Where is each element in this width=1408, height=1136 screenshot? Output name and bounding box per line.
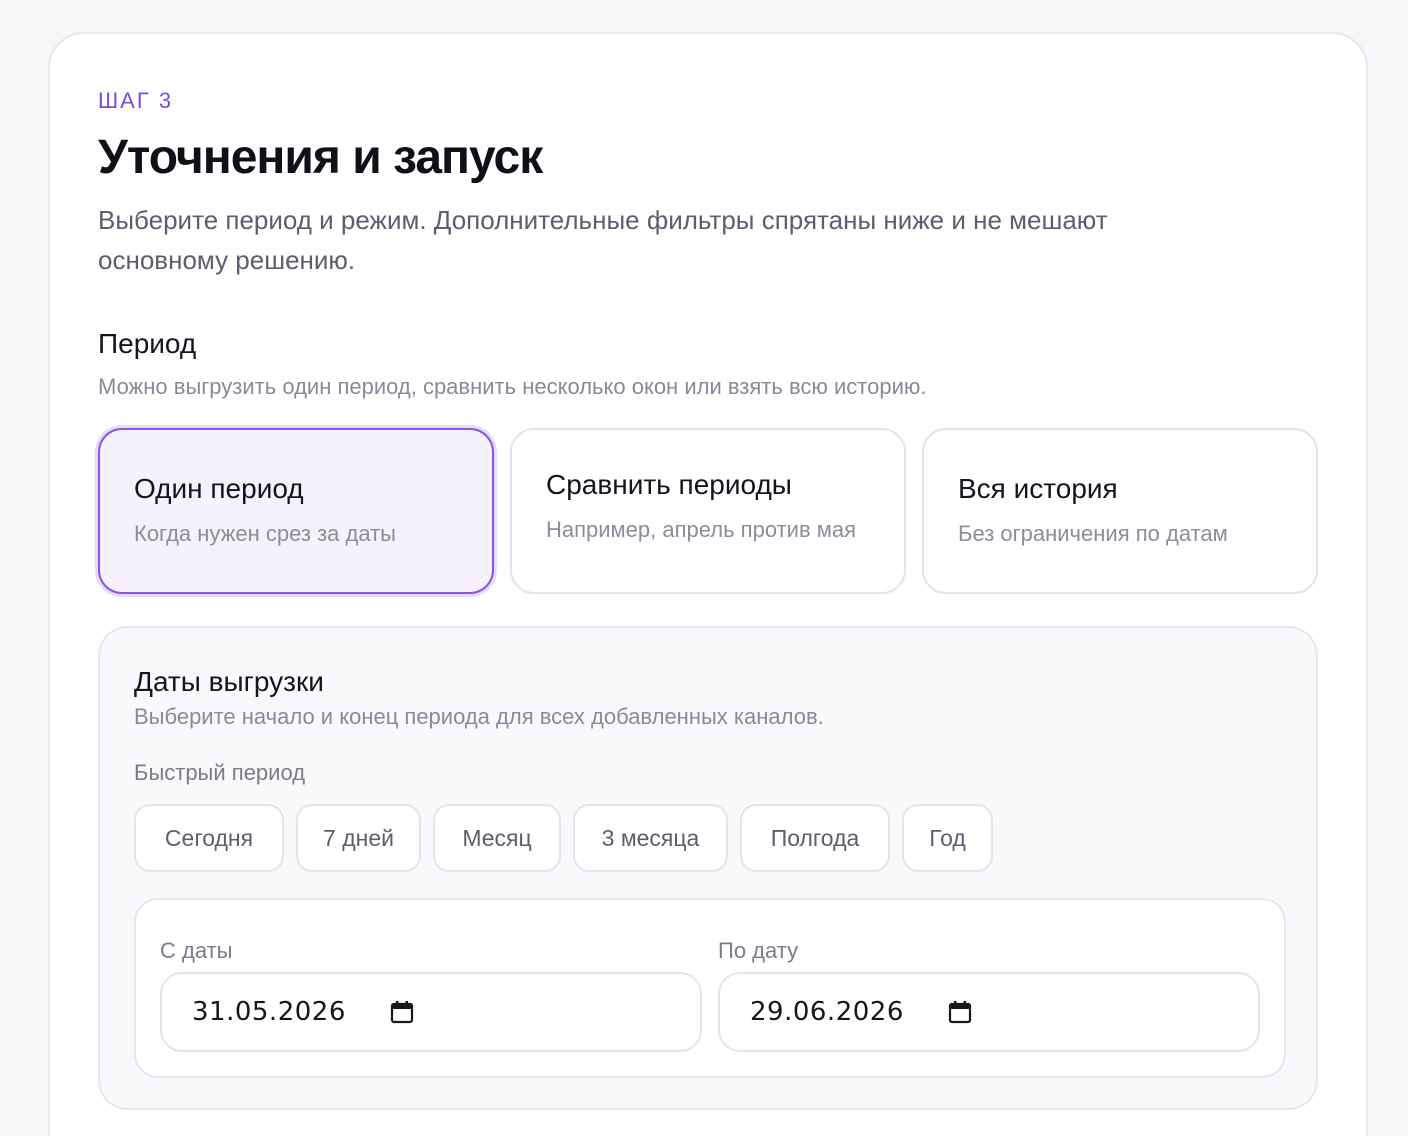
period-option-all-history[interactable]: Вся история Без ограничения по датам [922,428,1318,594]
page-subtitle: Выберите период и режим. Дополнительные … [98,205,1108,275]
option-title: Один период [134,472,304,504]
quick-period-label: Быстрый период [134,760,306,785]
step-card: ШАГ 3 Уточнения и запуск Выберите период… [48,32,1368,1136]
period-option-single[interactable]: Один период Когда нужен срез за даты [98,428,494,594]
period-option-compare[interactable]: Сравнить периоды Например, апрель против… [510,428,906,594]
option-title: Вся история [958,472,1118,504]
quick-chip-3-months[interactable]: 3 месяца [573,804,728,872]
to-date-label: По дату [718,938,799,963]
quick-chip-7-days[interactable]: 7 дней [296,804,421,872]
step-label: ШАГ 3 [98,88,174,113]
to-date-input[interactable]: 29.06.2026 [718,972,1260,1052]
dates-title: Даты выгрузки [134,666,324,697]
quick-chip-today[interactable]: Сегодня [134,804,284,872]
period-options: Один период Когда нужен срез за даты Сра… [98,428,1318,594]
from-date-label: С даты [160,938,233,963]
from-date-input[interactable]: 31.05.2026 [160,972,702,1052]
to-date-value: 29.06.2026 [750,997,904,1027]
dates-subtitle: Выберите начало и конец периода для всех… [134,704,824,729]
calendar-icon[interactable] [948,1000,972,1024]
dates-panel: Даты выгрузки Выберите начало и конец пе… [98,626,1318,1110]
option-description: Например, апрель против мая [546,516,857,542]
period-section-subtitle: Можно выгрузить один период, сравнить не… [98,374,927,399]
option-description: Без ограничения по датам [958,520,1228,546]
from-date-value: 31.05.2026 [192,997,346,1027]
quick-chip-year[interactable]: Год [902,804,993,872]
option-description: Когда нужен срез за даты [134,520,396,546]
period-section-title: Период [98,328,197,359]
option-title: Сравнить периоды [546,468,792,500]
calendar-icon[interactable] [390,1000,414,1024]
page-title: Уточнения и запуск [98,131,543,184]
quick-period-chips: Сегодня 7 дней Месяц 3 месяца Полгода Го… [134,804,1234,872]
date-range-box: С даты 31.05.2026 По дату 29.06.2026 [134,898,1286,1078]
quick-chip-month[interactable]: Месяц [433,804,561,872]
quick-chip-half-year[interactable]: Полгода [740,804,890,872]
